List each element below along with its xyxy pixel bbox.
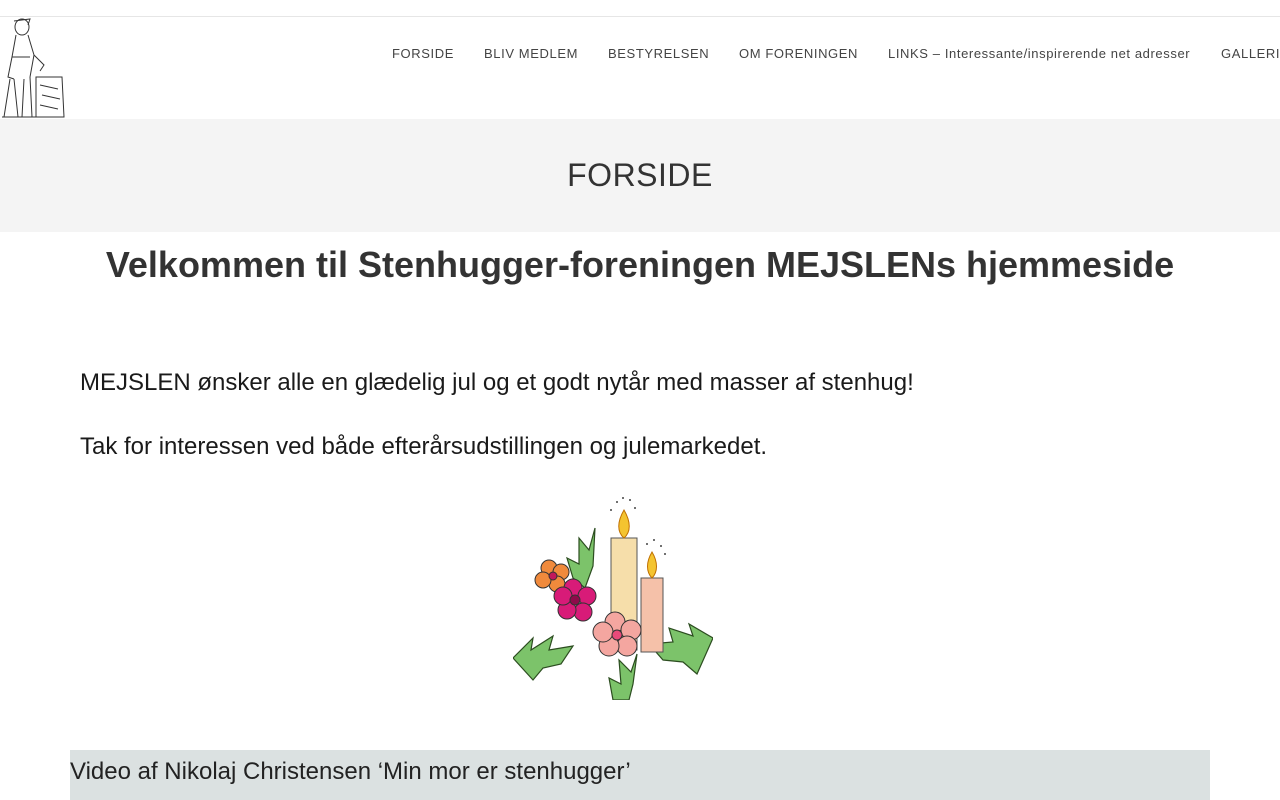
page-title: FORSIDE (567, 157, 713, 193)
welcome-heading: Velkommen til Stenhugger-foreningen MEJS… (105, 244, 1175, 285)
nav-links[interactable]: LINKS – Interessante/inspirerende net ad… (888, 46, 1190, 61)
nav-om-foreningen[interactable]: OM FORENINGEN (739, 46, 858, 61)
greeting-paragraph: MEJSLEN ønsker alle en glædelig jul og e… (80, 369, 914, 396)
thanks-paragraph: Tak for interessen ved både efterårsudst… (80, 433, 768, 460)
video-title: Video af Nikolaj Christensen ‘Min mor er… (70, 758, 631, 785)
site-header: FORSIDE BLIV MEDLEM BESTYRELSEN OM FOREN… (0, 17, 1280, 119)
nav-galleri[interactable]: GALLERI (1221, 46, 1280, 61)
top-strip (0, 0, 1280, 17)
christmas-candles-illustration (513, 488, 713, 700)
main-nav: FORSIDE BLIV MEDLEM BESTYRELSEN OM FOREN… (0, 17, 1280, 89)
nav-bliv-medlem[interactable]: BLIV MEDLEM (484, 46, 578, 61)
nav-bestyrelsen[interactable]: BESTYRELSEN (608, 46, 709, 61)
nav-forside[interactable]: FORSIDE (392, 46, 454, 61)
video-section-bar: Video af Nikolaj Christensen ‘Min mor er… (70, 750, 1210, 800)
page-title-banner: FORSIDE (0, 119, 1280, 232)
